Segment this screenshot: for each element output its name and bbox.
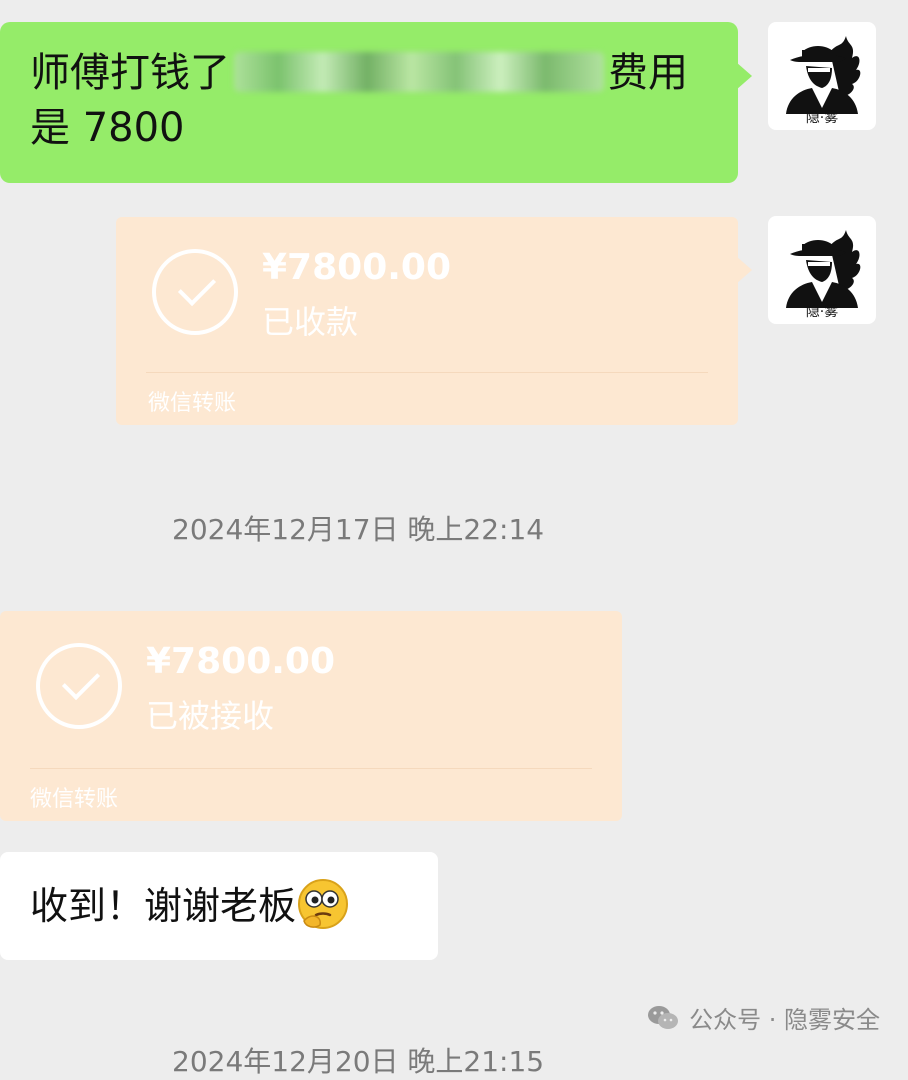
watermark-text: 公众号 · 隐雾安全: [689, 1006, 880, 1034]
avatar[interactable]: 隐·雾: [768, 216, 876, 324]
wechat-official-icon: [648, 1005, 679, 1029]
outgoing-message-text-part1: 师傅打钱了: [30, 50, 230, 96]
outgoing-message-text-part2: 费用: [608, 50, 688, 96]
transfer-status: 已被接收: [146, 697, 275, 735]
hat-man-logo-icon: 隐·雾: [786, 230, 861, 320]
card-tail: [736, 256, 752, 284]
hat-man-logo-icon: 隐·雾: [786, 36, 861, 126]
official-account-watermark: 公众号 · 隐雾安全: [647, 1000, 880, 1035]
redacted-text-blur: [234, 52, 604, 92]
transfer-amount: ¥7800.00: [146, 641, 336, 682]
incoming-message-bubble[interactable]: 收到！谢谢老板: [0, 852, 438, 960]
message-timestamp: 2024年12月17日 晚上22:14: [172, 513, 545, 546]
thinking-face-emoji-icon: [298, 879, 349, 929]
avatar-label: 隐·雾: [806, 304, 838, 320]
avatar-label: 隐·雾: [806, 110, 838, 126]
incoming-message-text: 收到！谢谢老板: [30, 884, 297, 928]
transfer-footer-label: 微信转账: [148, 391, 237, 416]
card-divider: [30, 768, 592, 769]
check-circle-icon: [36, 643, 122, 729]
check-circle-icon: [152, 249, 238, 335]
message-timestamp-partial: 2024年12月20日 晚上21:15: [172, 1045, 545, 1078]
transfer-footer-label: 微信转账: [30, 787, 119, 812]
transfer-card-received[interactable]: ¥7800.00 已收款 微信转账: [116, 217, 738, 425]
transfer-status: 已收款: [262, 303, 359, 341]
bubble-tail: [736, 62, 752, 90]
card-divider: [146, 372, 708, 373]
avatar[interactable]: 隐·雾: [768, 22, 876, 130]
outgoing-message-text-line2: 是 7800: [30, 105, 185, 151]
transfer-card-accepted[interactable]: ¥7800.00 已被接收 微信转账: [0, 611, 622, 821]
outgoing-message-bubble[interactable]: 师傅打钱了 费用 是 7800: [0, 22, 738, 183]
transfer-amount: ¥7800.00: [262, 247, 452, 288]
